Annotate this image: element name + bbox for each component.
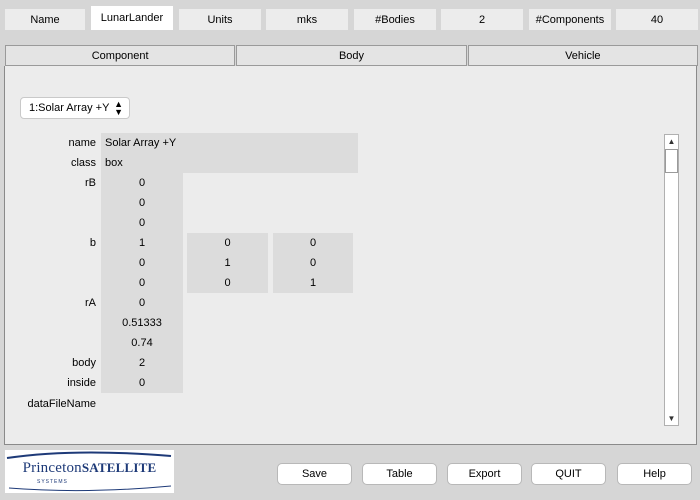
- tab-vehicle[interactable]: Vehicle: [467, 45, 698, 66]
- component-select-value: 1:Solar Array +Y: [29, 102, 110, 114]
- field-label-inside: inside: [67, 377, 96, 389]
- triangle-up-icon[interactable]: ▲: [665, 135, 678, 148]
- save-button[interactable]: Save: [277, 463, 352, 485]
- rb-input-y[interactable]: 0: [101, 193, 183, 213]
- b-input-32[interactable]: 0: [187, 273, 268, 293]
- bodies-label: #Bodies: [354, 9, 436, 30]
- ra-input-z[interactable]: 0.74: [101, 333, 183, 353]
- b-input-13[interactable]: 0: [273, 233, 353, 253]
- export-button[interactable]: Export: [447, 463, 522, 485]
- b-input-33[interactable]: 1: [273, 273, 353, 293]
- class-input[interactable]: box: [101, 153, 358, 173]
- b-input-23[interactable]: 0: [273, 253, 353, 273]
- name-label: Name: [5, 9, 85, 30]
- inside-input[interactable]: 0: [101, 373, 183, 393]
- b-input-22[interactable]: 1: [187, 253, 268, 273]
- b-input-12[interactable]: 0: [187, 233, 268, 253]
- field-label-name: name: [68, 137, 96, 149]
- b-input-21[interactable]: 0: [101, 253, 183, 273]
- field-label-rb: rB: [85, 177, 96, 189]
- chevron-updown-icon: ▲ ▼: [114, 99, 123, 117]
- logo-systems: SYSTEMS: [37, 479, 68, 485]
- tab-body[interactable]: Body: [236, 45, 467, 66]
- tab-component[interactable]: Component: [5, 45, 236, 66]
- field-label-b: b: [89, 237, 96, 249]
- ra-input-y[interactable]: 0.51333: [101, 313, 183, 333]
- units-value: mks: [266, 9, 348, 30]
- units-label: Units: [179, 9, 261, 30]
- components-value: 40: [616, 9, 698, 30]
- scrollbar-thumb[interactable]: [665, 149, 678, 173]
- components-label: #Components: [529, 9, 611, 30]
- vertical-scrollbar[interactable]: ▲ ▼: [664, 134, 679, 426]
- triangle-down-icon[interactable]: ▼: [665, 412, 678, 425]
- field-label-class: class: [70, 157, 96, 169]
- quit-button[interactable]: QUIT: [531, 463, 606, 485]
- help-button[interactable]: Help: [617, 463, 692, 485]
- name-input[interactable]: Solar Array +Y: [101, 133, 358, 153]
- bodies-value: 2: [441, 9, 523, 30]
- field-label-ra: rA: [85, 297, 96, 309]
- b-input-11[interactable]: 1: [101, 233, 183, 253]
- princeton-satellite-logo: PrincetonSATELLITE SYSTEMS: [5, 450, 174, 493]
- logo-satellite: SATELLITE: [81, 460, 157, 475]
- logo-wordmark: PrincetonSATELLITE: [5, 460, 174, 477]
- component-select[interactable]: 1:Solar Array +Y ▲ ▼: [20, 97, 130, 119]
- rb-input-x[interactable]: 0: [101, 173, 183, 193]
- body-input[interactable]: 2: [101, 353, 183, 373]
- logo-princeton: Princeton: [22, 460, 82, 476]
- b-input-31[interactable]: 0: [101, 273, 183, 293]
- field-label-body: body: [72, 357, 96, 369]
- tab-bar: Component Body Vehicle: [5, 45, 698, 66]
- rb-input-z[interactable]: 0: [101, 213, 183, 233]
- ra-input-x[interactable]: 0: [101, 293, 183, 313]
- field-label-datafilename: dataFileName: [27, 398, 96, 410]
- table-button[interactable]: Table: [362, 463, 437, 485]
- name-value-field[interactable]: LunarLander: [91, 6, 173, 30]
